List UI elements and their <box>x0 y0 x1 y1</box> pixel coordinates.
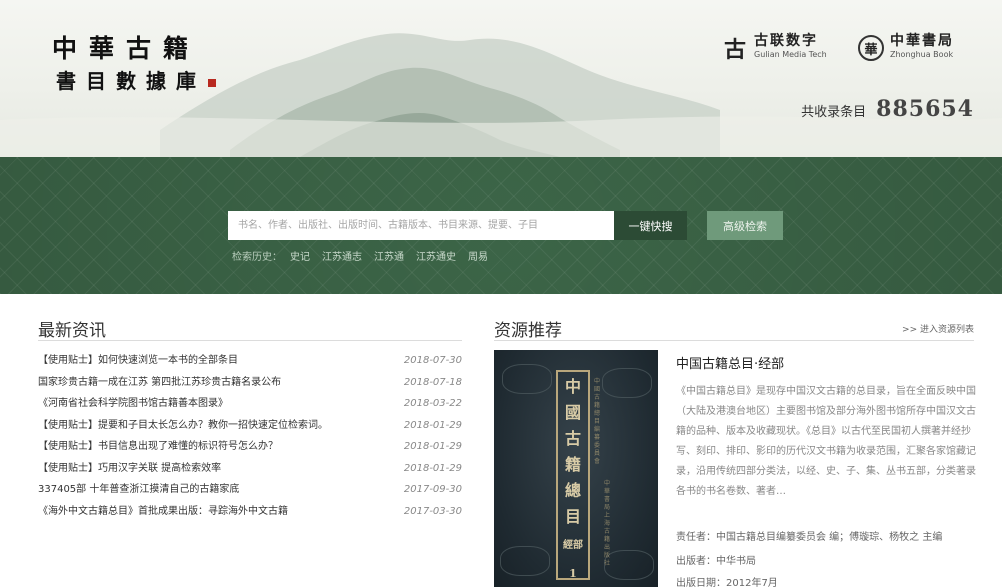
search-history-item[interactable]: 周易 <box>468 248 488 263</box>
book-cover-side-text: 中國古籍總目編纂委員會 <box>594 378 601 465</box>
news-item-date: 2018-07-18 <box>403 376 462 388</box>
news-item[interactable]: 《河南省社会科学院图书馆古籍善本图录》 2018-03-22 <box>38 397 462 419</box>
resources-section-title: 资源推荐 <box>494 321 562 341</box>
advanced-search-button[interactable]: 高级检索 <box>707 211 783 240</box>
news-item-title[interactable]: 【使用贴士】提要和子目太长怎么办？教你一招快速定位检索词。 <box>38 419 328 441</box>
news-item-date: 2017-09-30 <box>403 484 462 495</box>
news-item-title[interactable]: 337405部 十年普查浙江摸清自己的古籍家底 <box>38 483 239 505</box>
news-item-title[interactable]: 【使用贴士】书目信息出现了难懂的标识符号怎么办？ <box>38 440 278 462</box>
partner-gulian-en: Gulian Media Tech <box>754 50 827 59</box>
cloud-pattern <box>500 546 550 576</box>
search-history-item[interactable]: 史记 <box>290 248 310 263</box>
site-title-line2: 書目數據庫 <box>56 66 216 96</box>
news-item[interactable]: 【使用贴士】书目信息出现了难懂的标识符号怎么办？ 2018-01-29 <box>38 440 462 462</box>
quick-search-button[interactable]: 一键快搜 <box>614 211 687 240</box>
news-item-date: 2018-03-22 <box>403 398 462 409</box>
search-history-label: 检索历史： <box>232 252 282 263</box>
red-seal-icon <box>208 78 216 87</box>
book-cover-side-text: 中華書局上海古籍出版社 <box>604 480 611 567</box>
news-item-title[interactable]: 【使用贴士】巧用汉字关联 提高检索效率 <box>38 462 221 484</box>
news-item[interactable]: 【使用贴士】巧用汉字关联 提高检索效率 2018-01-29 <box>38 462 462 484</box>
record-count: 共收录条目 885654 <box>801 96 974 122</box>
record-count-value: 885654 <box>876 96 974 122</box>
news-item-title[interactable]: 《海外中文古籍总目》首批成果出版：寻踪海外中文古籍 <box>38 505 288 527</box>
news-item[interactable]: 《海外中文古籍总目》首批成果出版：寻踪海外中文古籍 2017-03-30 <box>38 505 462 527</box>
site-title[interactable]: 中華古籍 書目數據庫 <box>52 34 216 96</box>
resource-description: 《中国古籍总目》是现存中国汉文古籍的总目录，旨在全面反映中国（大陆及港澳台地区）… <box>676 386 976 497</box>
partner-gulian[interactable]: 古 古联数字 Gulian Media Tech <box>722 33 827 63</box>
news-list: 【使用贴士】如何快速浏览一本书的全部条目 2018-07-30 国家珍贵古籍一成… <box>38 354 462 526</box>
search-history: 检索历史： 史记 江苏通志 江苏通 江苏通史 周易 <box>232 248 500 263</box>
partner-gulian-name: 古联数字 <box>754 33 818 49</box>
resource-publisher: 出版者：中华书局 <box>676 556 756 567</box>
news-item[interactable]: 【使用贴士】如何快速浏览一本书的全部条目 2018-07-30 <box>38 354 462 376</box>
news-item-date: 2018-01-29 <box>403 462 462 474</box>
resource-date: 出版日期：2012年7月 <box>676 578 778 587</box>
news-item-date: 2017-03-30 <box>403 505 462 517</box>
news-item-date: 2018-01-29 <box>403 441 462 452</box>
record-count-label: 共收录条目 <box>801 105 867 120</box>
cloud-pattern <box>602 368 652 398</box>
partner-zhonghua-name: 中華書局 <box>890 33 954 49</box>
news-item-title[interactable]: 【使用贴士】如何快速浏览一本书的全部条目 <box>38 354 238 376</box>
search-band: 一键快搜 高级检索 检索历史： 史记 江苏通志 江苏通 江苏通史 周易 <box>0 157 1002 294</box>
news-item-title[interactable]: 《河南省社会科学院图书馆古籍善本图录》 <box>38 397 228 419</box>
resource-list-link[interactable]: >> 进入资源列表 <box>902 322 974 335</box>
news-section-title: 最新资讯 <box>38 321 106 341</box>
zhonghua-seal-icon: 華 <box>858 35 884 61</box>
news-item[interactable]: 337405部 十年普查浙江摸清自己的古籍家底 2017-09-30 <box>38 483 462 505</box>
resources-divider <box>494 340 974 341</box>
news-item-title[interactable]: 国家珍贵古籍一成在江苏 第四批江苏珍贵古籍名录公布 <box>38 376 281 398</box>
news-item-date: 2018-07-30 <box>403 355 462 366</box>
news-item[interactable]: 国家珍贵古籍一成在江苏 第四批江苏珍贵古籍名录公布 2018-07-18 <box>38 376 462 398</box>
search-row: 一键快搜 高级检索 <box>228 211 783 240</box>
search-input[interactable] <box>228 211 614 240</box>
resource-title[interactable]: 中国古籍总目·经部 <box>676 353 784 372</box>
book-cover-title: 中國古籍總目 經部 1 <box>563 377 583 580</box>
gulian-logo-icon: 古 <box>723 37 746 63</box>
search-history-item[interactable]: 江苏通 <box>374 248 404 263</box>
search-history-item[interactable]: 江苏通史 <box>416 248 456 263</box>
partner-zhonghua-en: Zhonghua Book <box>890 50 954 59</box>
news-item[interactable]: 【使用贴士】提要和子目太长怎么办？教你一招快速定位检索词。 2018-01-29 <box>38 419 462 441</box>
news-item-date: 2018-01-29 <box>403 419 462 431</box>
news-divider <box>38 340 462 341</box>
partner-zhonghua[interactable]: 華 中華書局 Zhonghua Book <box>858 34 954 62</box>
search-history-item[interactable]: 江苏通志 <box>322 248 362 263</box>
resource-editor: 责任者：中国古籍总目编纂委员会 编；傅璇琮、杨牧之 主编 <box>676 532 943 543</box>
cloud-pattern <box>502 364 552 394</box>
site-title-line1: 中華古籍 <box>52 34 201 63</box>
book-cover-image[interactable]: 中國古籍總目 經部 1 中國古籍總目編纂委員會 中華書局上海古籍出版社 <box>494 350 658 587</box>
site-header: 中華古籍 書目數據庫 古 古联数字 Gulian Media Tech 華 中華… <box>0 0 1002 157</box>
